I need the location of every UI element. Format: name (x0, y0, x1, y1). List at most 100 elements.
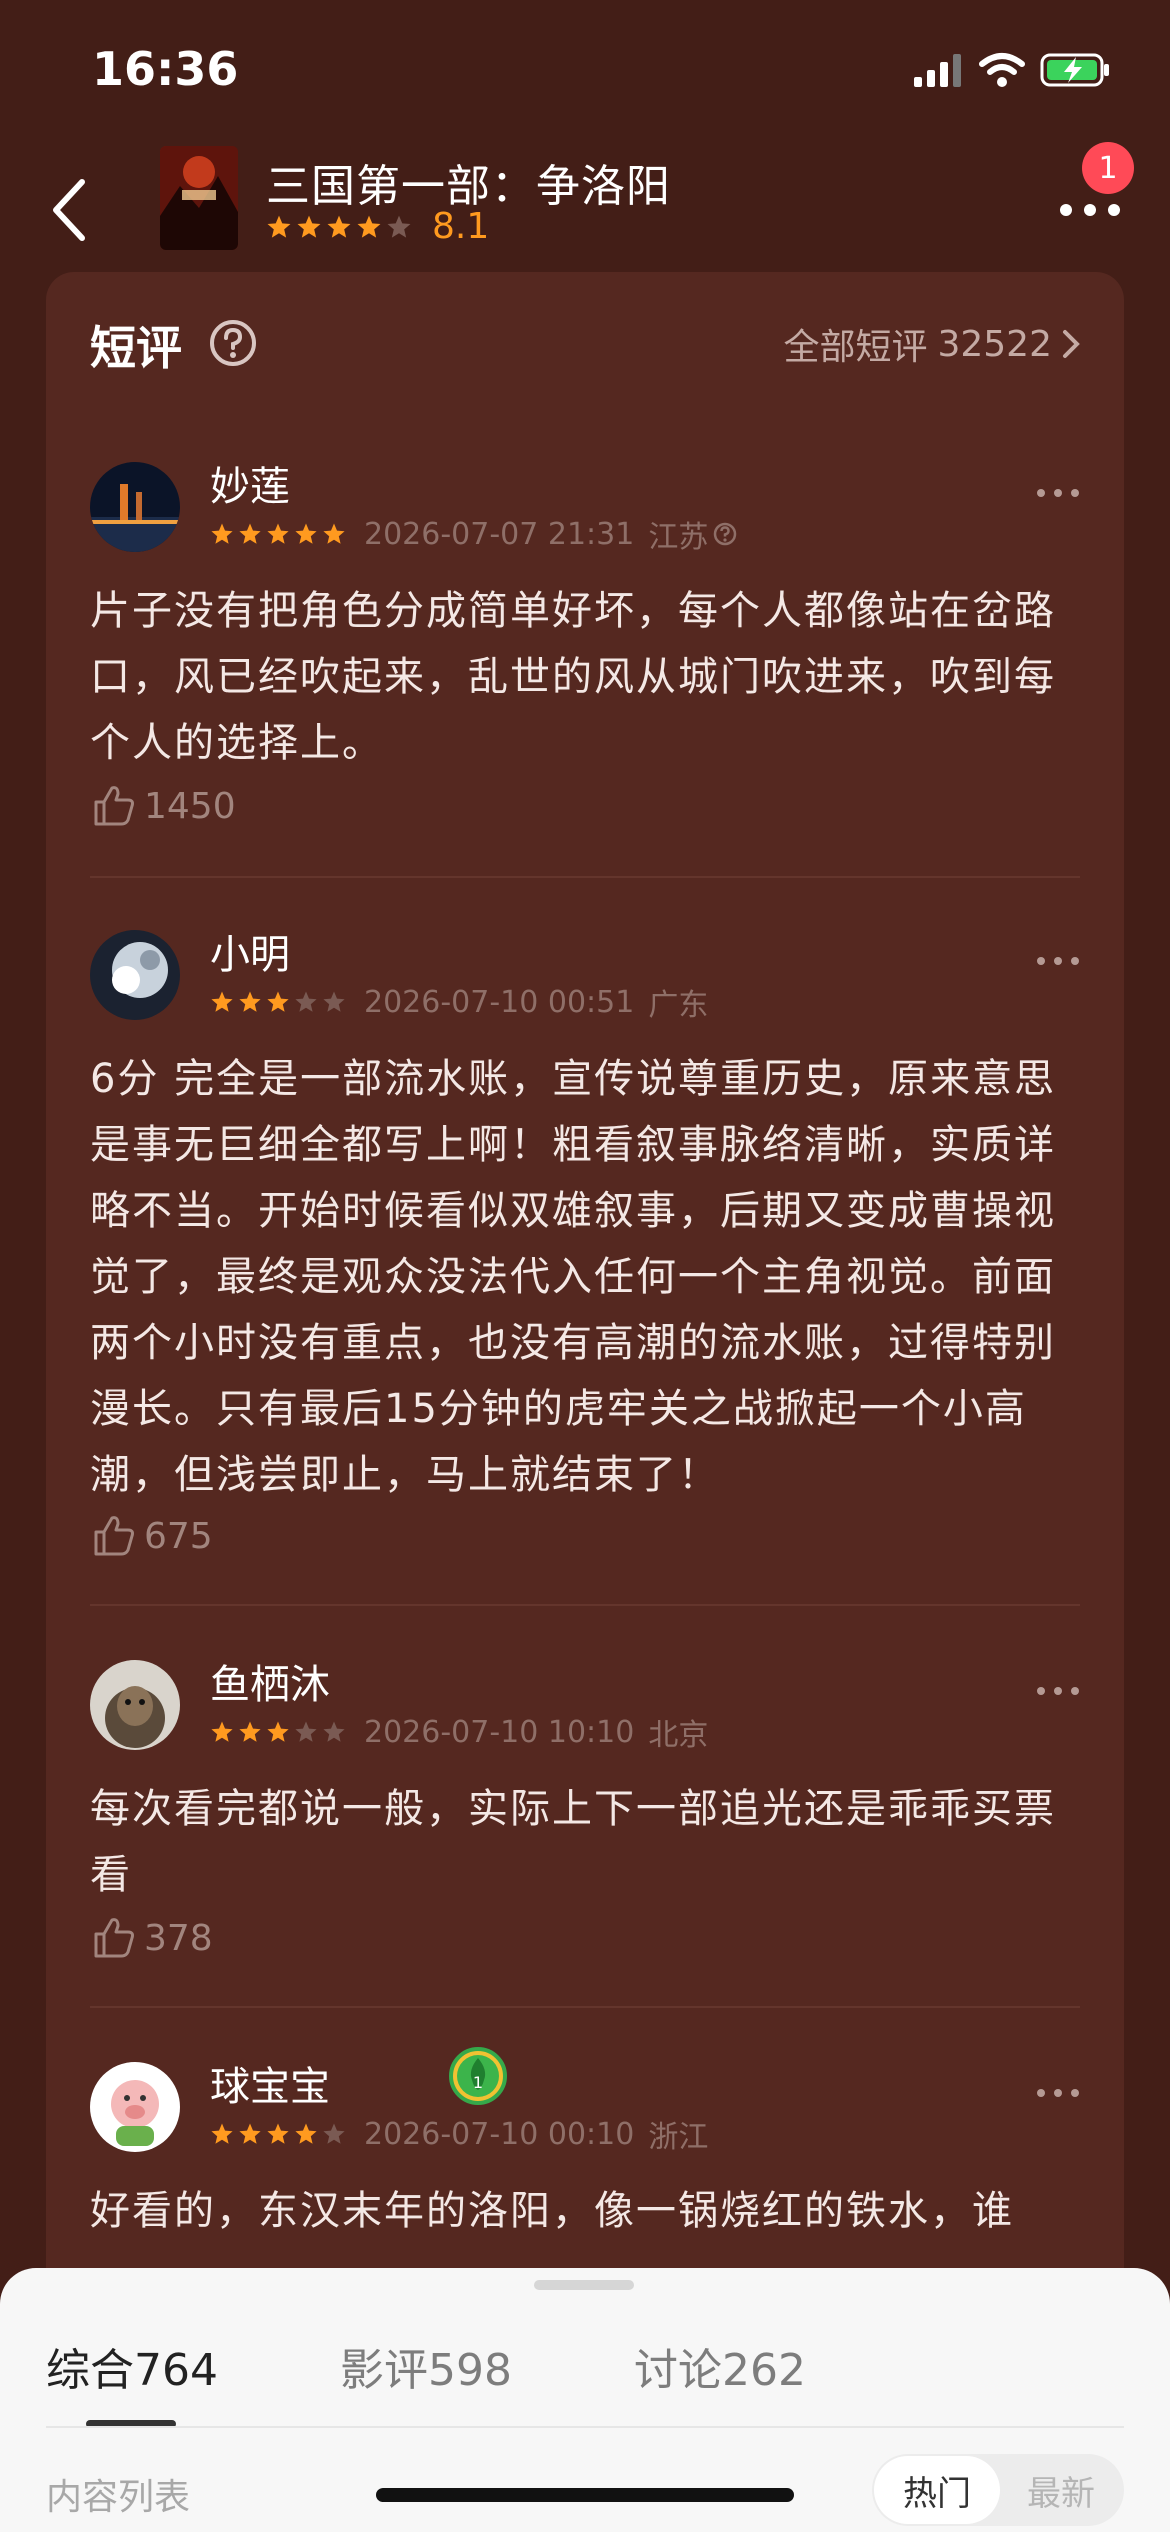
review-location: 浙江 (648, 2120, 709, 2155)
reviewer-name[interactable]: 小明 (210, 922, 290, 980)
level-badge-icon: 1 (449, 2047, 507, 2105)
sort-new-button[interactable]: 最新 (1000, 2456, 1122, 2524)
review-meta: 2026-07-10 00:10 浙江 (210, 2112, 708, 2156)
movie-poster[interactable] (160, 146, 238, 250)
review-item[interactable]: 小明 2026-07-10 00:51 广东 6分 完全是一部流水账，宣传说尊重… (90, 930, 1080, 1557)
content-tabs: 综合764 影评598 讨论262 (46, 2334, 928, 2398)
help-icon[interactable] (208, 318, 258, 368)
avatar-image-icon (90, 2062, 180, 2152)
all-reviews-label: 全部短评 (783, 327, 928, 368)
star-icon (267, 1721, 289, 1742)
star-icon (295, 2123, 317, 2144)
star-icon (239, 1721, 261, 1742)
review-item[interactable]: 鱼栖沐 2026-07-10 10:10 北京 每次看完都说一般，实际上下一部追… (90, 1660, 1080, 1959)
star-icon (239, 991, 261, 1012)
review-text: 好看的，东汉末年的洛阳，像一锅烧红的铁水，谁 (90, 2188, 1014, 2234)
sheet-grabber[interactable] (534, 2280, 634, 2290)
thumbs-up-icon (94, 1918, 134, 1958)
nav-bar: 三国第一部：争洛阳 8.1 (0, 140, 1170, 270)
status-bar: 16:36 (0, 0, 1170, 140)
content-list-label: 内容列表 (46, 2477, 191, 2518)
star-icon (211, 523, 233, 544)
tab-film-reviews[interactable]: 影评598 (340, 2334, 512, 2398)
star-icon (267, 523, 289, 544)
avatar-image-icon (90, 462, 180, 552)
like-button[interactable]: 675 (90, 1512, 213, 1560)
chevron-left-icon (53, 179, 85, 241)
tab-label: 讨论 (633, 2345, 722, 2396)
divider (90, 876, 1080, 878)
review-more-icon[interactable] (1036, 488, 1080, 498)
avatar[interactable] (90, 2062, 180, 2152)
review-date: 2026-07-07 21:31 (364, 516, 635, 552)
star-icon (211, 991, 233, 1012)
review-text: 片子没有把角色分成简单好坏，每个人都像站在岔路口，风已经吹起来，乱世的风从城门吹… (90, 588, 1056, 766)
review-more-icon[interactable] (1036, 956, 1080, 966)
status-icons (912, 52, 1112, 88)
star-icon (211, 1721, 233, 1742)
battery-charging-icon (1040, 53, 1109, 87)
rating-score: 8.1 (432, 206, 490, 247)
review-date: 2026-07-10 00:10 (364, 2116, 635, 2152)
review-location: 北京 (648, 1718, 709, 1753)
star-icon (267, 215, 291, 238)
avatar[interactable] (90, 1660, 180, 1750)
review-more-icon[interactable] (1036, 2088, 1080, 2098)
star-icon (323, 2123, 345, 2144)
reviewer-name[interactable]: 鱼栖沐 (210, 1652, 330, 1710)
sort-hot-button[interactable]: 热门 (874, 2456, 1000, 2524)
avatar-image-icon (90, 930, 180, 1020)
chevron-right-icon (1063, 330, 1080, 358)
info-icon[interactable] (712, 521, 738, 547)
tab-discussion[interactable]: 讨论262 (634, 2334, 806, 2398)
star-icon (295, 991, 317, 1012)
review-stars (210, 1720, 346, 1744)
tab-overall[interactable]: 综合764 (46, 2334, 218, 2398)
star-icon (323, 523, 345, 544)
star-icon (211, 2123, 233, 2144)
all-reviews-link[interactable]: 全部短评 32522 (783, 318, 1080, 370)
star-icon (357, 215, 381, 238)
star-icon (327, 215, 351, 238)
divider (46, 2426, 1124, 2428)
review-location: 广东 (648, 988, 709, 1023)
status-time: 16:36 (92, 42, 239, 96)
home-indicator[interactable] (376, 2488, 794, 2502)
tab-count: 262 (721, 2345, 806, 2396)
review-stars (210, 2122, 346, 2146)
review-text: 6分 完全是一部流水账，宣传说尊重历史，原来意思是事无巨细全都写上啊！粗看叙事脉… (90, 1056, 1057, 1498)
section-title: 短评 (90, 321, 182, 375)
tab-count: 764 (134, 2345, 218, 2396)
star-icon (295, 523, 317, 544)
review-text: 每次看完都说一般，实际上下一部追光还是乖乖买票看 (90, 1786, 1056, 1898)
level-badge-number: 1 (473, 2073, 483, 2092)
tab-label: 综合 (46, 2345, 134, 2396)
wifi-icon (979, 53, 1025, 87)
review-stars (210, 522, 346, 546)
reviewer-name[interactable]: 球宝宝 (210, 2054, 330, 2112)
star-icon (323, 991, 345, 1012)
signal-icon (914, 54, 961, 87)
star-icon (297, 215, 321, 238)
star-icon (239, 523, 261, 544)
reviewer-name[interactable]: 妙莲 (210, 454, 290, 512)
like-count: 675 (144, 1515, 213, 1557)
review-date: 2026-07-10 00:51 (364, 984, 635, 1020)
avatar[interactable] (90, 930, 180, 1020)
tab-count: 598 (427, 2345, 512, 2396)
short-reviews-card: 短评 全部短评 32522 妙莲 2026-07-07 21:31 江苏 片子没… (46, 272, 1124, 2532)
like-button[interactable]: 378 (90, 1914, 213, 1962)
tab-label: 影评 (339, 2345, 428, 2396)
review-item[interactable]: 妙莲 2026-07-07 21:31 江苏 片子没有把角色分成简单好坏，每个人… (90, 462, 1080, 827)
notification-badge: 1 (1082, 142, 1134, 194)
thumbs-up-icon (94, 786, 134, 826)
poster-art-icon (160, 146, 238, 250)
star-icon (267, 2123, 289, 2144)
review-more-icon[interactable] (1036, 1686, 1080, 1696)
like-button[interactable]: 1450 (90, 782, 236, 830)
avatar-image-icon (90, 1660, 180, 1750)
back-button[interactable] (40, 170, 100, 250)
thumbs-up-icon (94, 1516, 134, 1556)
review-date: 2026-07-10 10:10 (364, 1714, 635, 1750)
avatar[interactable] (90, 462, 180, 552)
